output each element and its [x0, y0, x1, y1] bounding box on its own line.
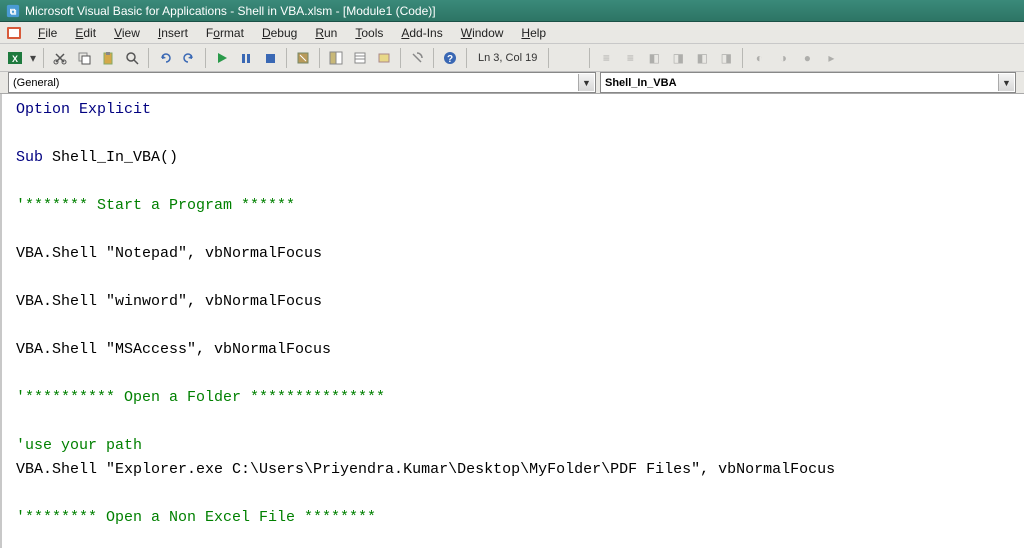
title-bar: ⧉ Microsoft Visual Basic for Application… [0, 0, 1024, 22]
toolbar-separator [400, 48, 401, 68]
prev-bookmark-icon: ◧ [691, 47, 713, 69]
pause-icon[interactable] [235, 47, 257, 69]
menu-run[interactable]: Run [307, 24, 345, 42]
clear-bookmark-icon: ◨ [715, 47, 737, 69]
window-title: Microsoft Visual Basic for Applications … [25, 4, 436, 18]
toolbar-separator [319, 48, 320, 68]
bookmark-icon: ◧ [643, 47, 665, 69]
svg-text:X: X [12, 54, 18, 64]
menu-bar: File Edit View Insert Format Debug Run T… [0, 22, 1024, 44]
toolbar-separator [589, 48, 590, 68]
menu-format[interactable]: Format [198, 24, 252, 42]
help-icon[interactable]: ? [439, 47, 461, 69]
procedure-dropdown-value: Shell_In_VBA [605, 77, 677, 89]
project-explorer-icon[interactable] [325, 47, 347, 69]
uncomment-icon: ◑ [772, 47, 794, 69]
cut-icon[interactable] [49, 47, 71, 69]
indent-icon: ≡ [595, 47, 617, 69]
app-icon: ⧉ [6, 4, 20, 18]
menu-file[interactable]: File [30, 24, 65, 42]
toolbar-separator [466, 48, 467, 68]
code-editor[interactable]: Option Explicit Sub Shell_In_VBA() '****… [0, 94, 1024, 548]
design-mode-icon[interactable] [292, 47, 314, 69]
dropdown-arrow-icon[interactable]: ▾ [28, 47, 38, 69]
object-dropdown[interactable]: (General) ▼ [8, 72, 596, 93]
toolbar-separator [433, 48, 434, 68]
cursor-position: Ln 3, Col 19 [472, 52, 543, 64]
menu-insert[interactable]: Insert [150, 24, 196, 42]
next-bookmark-icon: ◨ [667, 47, 689, 69]
excel-icon[interactable]: X [4, 47, 26, 69]
toolbar-separator [286, 48, 287, 68]
outdent-icon: ≡ [619, 47, 641, 69]
vb-icon [6, 25, 22, 41]
object-browser-icon[interactable] [373, 47, 395, 69]
dropdown-arrow-icon[interactable]: ▼ [578, 74, 594, 91]
menu-tools[interactable]: Tools [347, 24, 391, 42]
toolbar-separator [205, 48, 206, 68]
step-icon: ▸ [820, 47, 842, 69]
procedure-dropdown[interactable]: Shell_In_VBA ▼ [600, 72, 1016, 93]
dropdown-arrow-icon[interactable]: ▼ [998, 74, 1014, 91]
toolbar-separator [43, 48, 44, 68]
comment-icon: ◐ [748, 47, 770, 69]
toolbar-separator [148, 48, 149, 68]
undo-icon[interactable] [154, 47, 176, 69]
find-icon[interactable] [121, 47, 143, 69]
code-content[interactable]: Option Explicit Sub Shell_In_VBA() '****… [16, 98, 1024, 548]
copy-icon[interactable] [73, 47, 95, 69]
toolbox-icon[interactable] [406, 47, 428, 69]
procedure-selector-row: (General) ▼ Shell_In_VBA ▼ [0, 72, 1024, 94]
object-dropdown-value: (General) [13, 77, 59, 89]
svg-text:?: ? [447, 54, 453, 65]
menu-window[interactable]: Window [453, 24, 512, 42]
menu-edit[interactable]: Edit [67, 24, 104, 42]
stop-icon[interactable] [259, 47, 281, 69]
breakpoint-icon: ● [796, 47, 818, 69]
menu-help[interactable]: Help [513, 24, 554, 42]
run-icon[interactable] [211, 47, 233, 69]
properties-icon[interactable] [349, 47, 371, 69]
paste-icon[interactable] [97, 47, 119, 69]
menu-view[interactable]: View [106, 24, 148, 42]
toolbar-separator [548, 48, 549, 68]
toolbar-separator [742, 48, 743, 68]
svg-text:⧉: ⧉ [10, 6, 17, 16]
menu-addins[interactable]: Add-Ins [393, 24, 450, 42]
menu-debug[interactable]: Debug [254, 24, 305, 42]
toolbar: X ▾ ? Ln 3, Col 19 ≡ ≡ ◧ ◨ ◧ ◨ ◐ ◑ ● ▸ [0, 44, 1024, 72]
redo-icon[interactable] [178, 47, 200, 69]
